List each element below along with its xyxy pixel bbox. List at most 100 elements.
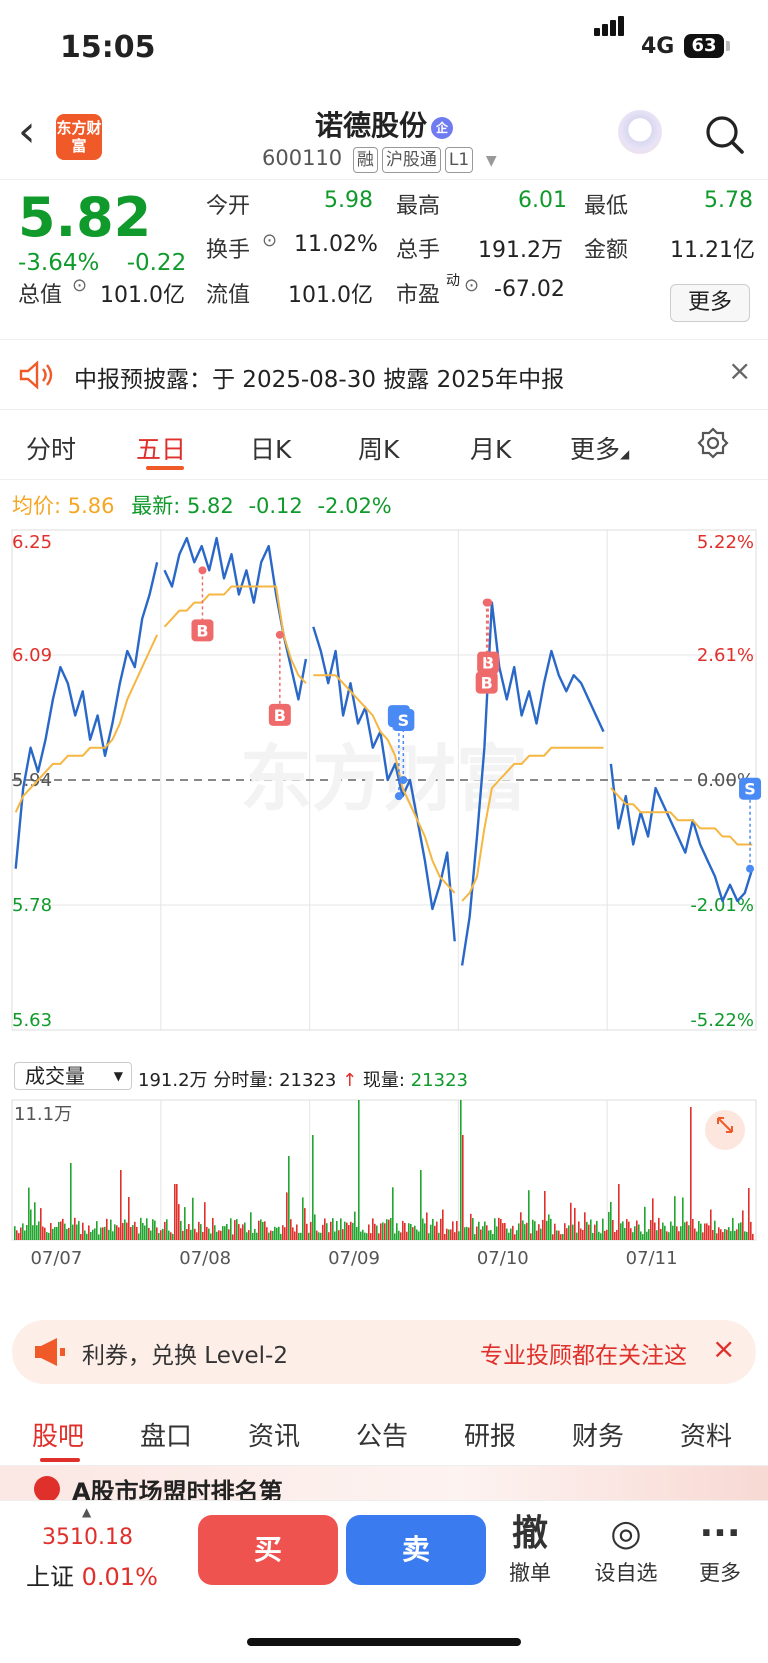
volume-bar — [150, 1230, 152, 1240]
volume-bar — [90, 1232, 92, 1240]
stock-code: 600110 — [262, 146, 343, 170]
tab-weekly-k[interactable]: 周K — [358, 430, 399, 466]
volume-bar — [282, 1225, 284, 1240]
volume-bar — [126, 1222, 128, 1240]
volume-bar — [640, 1231, 642, 1240]
volume-bar — [414, 1225, 416, 1240]
settings-gear-icon[interactable] — [696, 426, 730, 460]
volume-bar — [500, 1219, 502, 1240]
volume-bar — [722, 1232, 724, 1240]
cancel-order-button[interactable]: 撤撤单 — [490, 1511, 570, 1587]
volume-bar — [178, 1204, 180, 1240]
assistant-robot-icon[interactable] — [618, 110, 662, 154]
tab-more[interactable]: 更多◢ — [570, 430, 629, 466]
tab-profile[interactable]: 资料 — [680, 1416, 732, 1453]
volume-bar — [604, 1230, 606, 1240]
close-icon[interactable]: × — [728, 354, 751, 387]
dropdown-caret-icon[interactable]: ▼ — [486, 153, 497, 169]
volume-bar — [136, 1226, 138, 1240]
tab-orderbook[interactable]: 盘口 — [140, 1416, 192, 1453]
buy-button[interactable]: 买 — [198, 1515, 338, 1585]
volume-bar — [242, 1224, 244, 1240]
volume-bar — [526, 1222, 528, 1240]
info-icon[interactable]: ⊙ — [72, 275, 87, 296]
volume-bar — [588, 1224, 590, 1240]
volume-bar — [250, 1212, 252, 1240]
volume-bar — [752, 1233, 754, 1240]
volume-bar — [194, 1228, 196, 1240]
tab-research[interactable]: 研报 — [464, 1416, 516, 1453]
tab-daily-k[interactable]: 日K — [250, 430, 291, 466]
info-icon[interactable]: ⊙ — [464, 275, 479, 296]
volume-bar — [532, 1219, 534, 1240]
latest-change: -0.12 — [248, 494, 303, 518]
volume-bar — [440, 1218, 442, 1240]
volume-bar — [632, 1232, 634, 1240]
volume-bar — [696, 1231, 698, 1240]
tab-forum[interactable]: 股吧 — [32, 1416, 84, 1453]
volume-bar — [98, 1234, 100, 1240]
volume-bar — [158, 1233, 160, 1240]
volume-bar — [262, 1222, 264, 1240]
caret-icon: ◢ — [620, 447, 630, 461]
volume-bar — [152, 1219, 154, 1240]
volume-bar — [464, 1227, 466, 1240]
add-watchlist-button[interactable]: ◎ 设自选 — [586, 1511, 666, 1587]
index-summary[interactable]: 上证 0.01% — [26, 1557, 158, 1592]
volume-bar — [94, 1228, 96, 1240]
volume-bar — [470, 1213, 472, 1240]
more-dots-icon: ··· — [699, 1513, 741, 1554]
trade-marker-label: B — [482, 654, 494, 673]
current-price: 5.82 — [18, 186, 152, 249]
volume-bar — [28, 1187, 30, 1240]
volume-bar — [356, 1227, 358, 1240]
volume-bar — [496, 1226, 498, 1240]
volume-bar — [298, 1232, 300, 1240]
volume-bar — [14, 1226, 16, 1240]
volume-bar — [106, 1218, 108, 1240]
volume-bar — [494, 1218, 496, 1240]
volume-bar — [708, 1225, 710, 1240]
volume-bar — [692, 1219, 694, 1240]
five-day-chart[interactable]: 东方财富6.256.095.945.785.635.22%2.61%0.00%-… — [0, 520, 768, 1280]
close-icon[interactable]: × — [712, 1332, 735, 1365]
tab-monthly-k[interactable]: 月K — [470, 430, 511, 466]
x-tick-label: 07/07 — [30, 1248, 82, 1269]
more-button[interactable]: 更多 — [670, 284, 750, 322]
tab-five-day[interactable]: 五日 — [136, 430, 186, 466]
index-value[interactable]: 3510.18 — [42, 1525, 133, 1550]
latest-change-pct: -2.02% — [317, 494, 392, 518]
info-icon[interactable]: ⊙ — [262, 230, 277, 251]
forum-post-peek[interactable]: A股市场盟时排名第 — [0, 1466, 768, 1500]
volume-bar — [524, 1224, 526, 1240]
stock-subtitle[interactable]: 600110 融沪股通 L1 ▼ — [262, 146, 497, 173]
sell-button[interactable]: 卖 — [346, 1515, 486, 1585]
volume-bar — [556, 1230, 558, 1240]
notice-bar[interactable]: 中报预披露：于 2025-08-30 披露 2025年中报 × — [0, 340, 768, 410]
volume-max-label: 11.1万 — [14, 1104, 72, 1125]
promo-banner[interactable]: 利券，兑换 Level-2 专业投顾都在关注这 × — [12, 1320, 756, 1384]
volume-bar — [270, 1230, 272, 1240]
tab-intraday[interactable]: 分时 — [26, 430, 76, 466]
volume-bar — [530, 1233, 532, 1240]
volume-bar — [108, 1229, 110, 1240]
volume-selector[interactable]: 成交量 ▼ — [14, 1062, 132, 1090]
volume-bar — [694, 1228, 696, 1240]
tab-announcements[interactable]: 公告 — [356, 1416, 408, 1453]
more-actions-button[interactable]: ··· 更多 — [680, 1511, 760, 1587]
volume-bar — [522, 1220, 524, 1240]
volume-bar — [334, 1231, 336, 1240]
active-tab-indicator — [40, 1458, 80, 1462]
volume-bar — [50, 1223, 52, 1240]
volume-bar — [720, 1229, 722, 1240]
volume-bar — [712, 1230, 714, 1240]
volume-bar — [232, 1234, 234, 1240]
volume-bar — [234, 1220, 236, 1240]
tab-news[interactable]: 资讯 — [248, 1416, 300, 1453]
search-icon[interactable] — [704, 114, 744, 154]
volume-bar — [286, 1192, 288, 1240]
tab-finance[interactable]: 财务 — [572, 1416, 624, 1453]
y-tick-left: 5.63 — [12, 1010, 52, 1031]
volume-bar — [248, 1230, 250, 1240]
volume-bar — [586, 1221, 588, 1240]
